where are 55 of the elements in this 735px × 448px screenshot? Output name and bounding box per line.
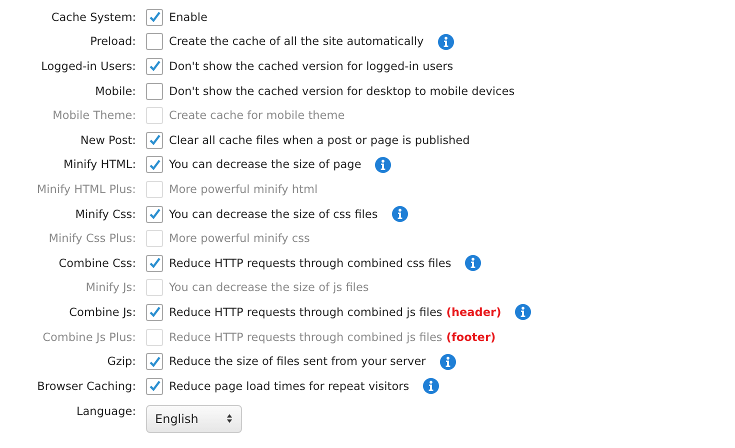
checkbox[interactable]	[146, 378, 163, 395]
info-icon[interactable]	[438, 34, 454, 50]
note-label: (header)	[446, 306, 502, 319]
setting-label: Minify Css Plus:	[48, 232, 136, 246]
setting-label: Minify HTML:	[62, 158, 136, 172]
setting-description: You can decrease the size of css files	[169, 208, 378, 221]
info-icon[interactable]	[423, 378, 440, 394]
checkbox[interactable]	[146, 353, 163, 370]
info-icon[interactable]	[392, 206, 408, 222]
setting-description: More powerful minify html	[169, 182, 318, 196]
setting-label: Mobile:	[94, 84, 136, 98]
setting-description: Reduce page load times for repeat visitors	[169, 380, 410, 393]
note-label: (footer)	[446, 330, 496, 344]
setting-label: Minify HTML Plus:	[36, 182, 136, 196]
checkbox[interactable]	[146, 304, 163, 321]
checkbox[interactable]	[146, 206, 163, 223]
setting-label: Logged-in Users:	[40, 60, 136, 73]
setting-label: New Post:	[79, 134, 136, 147]
checkbox[interactable]	[146, 82, 163, 100]
language-select[interactable]: English	[146, 404, 242, 432]
setting-description: Reduce the size of files sent from your server	[169, 355, 426, 368]
checkbox[interactable]	[146, 254, 163, 272]
setting-label: Combine Css:	[58, 256, 136, 270]
setting-label: Gzip:	[106, 355, 136, 368]
setting-label: Combine Js:	[68, 306, 136, 319]
setting-label: Minify Css:	[74, 208, 136, 221]
setting-label: Browser Caching:	[36, 380, 136, 393]
checkbox[interactable]	[146, 33, 163, 50]
updown-icon	[226, 413, 233, 424]
setting-description: Create the cache of all the site automatically	[169, 35, 424, 48]
setting-description: Don't show the cached version for desktop to mobile devices	[169, 84, 515, 98]
info-icon[interactable]	[515, 304, 532, 320]
setting-description: Reduce HTTP requests through combined js files	[169, 306, 442, 319]
info-icon[interactable]	[440, 354, 456, 370]
setting-label: Cache System:	[50, 10, 136, 24]
setting-label: Combine Js Plus:	[42, 330, 136, 344]
setting-description: You can decrease the size of page	[169, 158, 362, 172]
setting-label: Minify Js:	[84, 281, 136, 294]
setting-description: Reduce HTTP requests through combined js files	[169, 330, 442, 344]
checkbox[interactable]	[146, 8, 163, 26]
setting-description: More powerful minify css	[169, 232, 310, 246]
info-icon[interactable]	[465, 255, 482, 272]
language-label: Language:	[75, 404, 136, 418]
setting-description: Don't show the cached version for logged-in users	[169, 60, 454, 73]
setting-description: Clear all cache files when a post or page is published	[169, 134, 470, 147]
setting-label: Mobile Theme:	[52, 109, 136, 122]
info-icon[interactable]	[375, 156, 392, 173]
setting-label: Preload:	[89, 35, 136, 48]
setting-description: Create cache for mobile theme	[169, 109, 345, 122]
setting-description: Enable	[169, 10, 208, 24]
checkbox[interactable]	[146, 132, 163, 149]
setting-description: Reduce HTTP requests through combined css files	[169, 256, 452, 270]
checkbox[interactable]	[146, 156, 163, 174]
checkbox[interactable]	[146, 58, 163, 75]
setting-description: You can decrease the size of js files	[169, 281, 369, 294]
